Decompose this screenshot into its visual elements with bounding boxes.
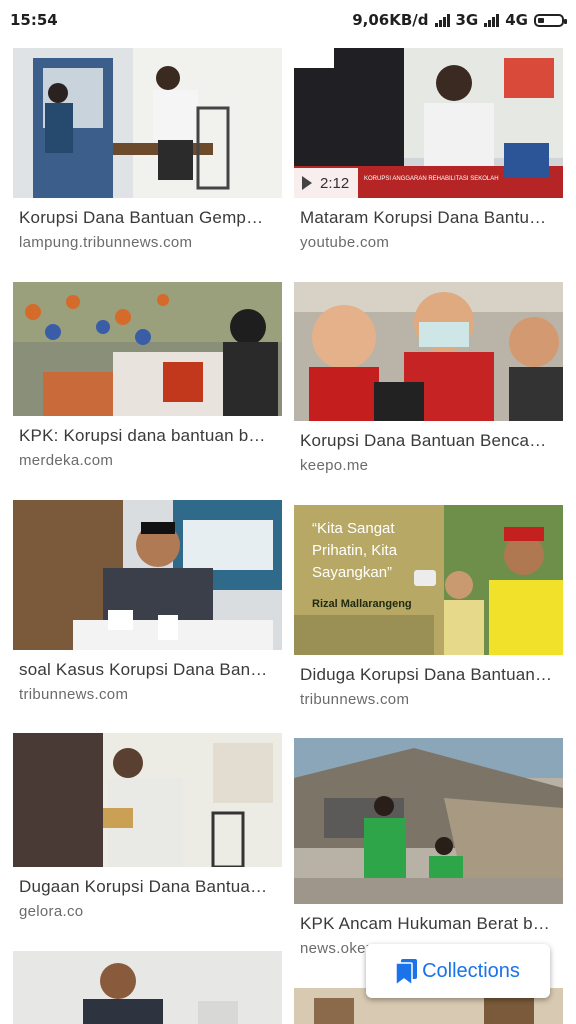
result-title[interactable]: Mataram Korupsi Dana Bantu… [300, 208, 558, 228]
result-thumbnail[interactable]: “Kita Sangat Prihatin, Kita Sayangkan” R… [294, 505, 563, 655]
result-source: keepo.me [300, 457, 369, 474]
result-card[interactable]: Dugaan Korupsi Dana Bantua… gelora.co [13, 733, 282, 920]
result-title[interactable]: Diduga Korupsi Dana Bantuan… [300, 665, 558, 685]
result-source: tribunnews.com [300, 691, 410, 708]
svg-text:“Kita Sangat: “Kita Sangat [312, 520, 395, 537]
result-source: gelora.co [19, 903, 84, 920]
battery-icon [534, 13, 567, 27]
result-card[interactable]: KPK: Korupsi dana bantuan b… merdeka.com [13, 282, 282, 469]
result-card[interactable]: soal Kasus Korupsi Dana Ban… tribunnews.… [13, 500, 282, 703]
video-duration: 2:12 [294, 168, 358, 198]
collections-label[interactable]: Collections [422, 960, 520, 983]
result-thumbnail[interactable] [13, 951, 282, 1024]
result-source: lampung.tribunnews.com [19, 234, 193, 251]
result-card[interactable]: KPK Ancam Hukuman Berat b… news.okezone.… [294, 738, 563, 957]
collections-button[interactable]: Collections [366, 944, 550, 998]
result-title[interactable]: Korupsi Dana Bantuan Gemp… [19, 208, 277, 228]
result-card[interactable]: “Kita Sangat Prihatin, Kita Sayangkan” R… [294, 505, 563, 708]
svg-text:Rizal Mallarangeng: Rizal Mallarangeng [312, 598, 412, 610]
result-title[interactable]: Korupsi Dana Bantuan Benca… [300, 431, 558, 451]
result-source: merdeka.com [19, 452, 114, 469]
network-type-2: 4G [505, 11, 528, 29]
bookmark-icon [396, 959, 418, 985]
result-thumbnail[interactable] [13, 500, 282, 650]
signal-icon [434, 13, 450, 27]
result-thumbnail[interactable]: KORUPSI ANGGARAN REHABILITASI SEKOLAH 2:… [294, 48, 563, 198]
result-card[interactable]: Korupsi Dana Bantuan Benca… keepo.me [294, 282, 563, 474]
result-card[interactable] [13, 951, 282, 1024]
network-type-1: 3G [455, 11, 479, 29]
result-title[interactable]: Dugaan Korupsi Dana Bantua… [19, 877, 277, 897]
result-source: tribunnews.com [19, 686, 129, 703]
result-thumbnail[interactable] [13, 48, 282, 198]
play-icon [302, 176, 312, 190]
status-bar: 15:54 9,06KB/d 3G 4G [0, 0, 576, 40]
status-time: 15:54 [10, 11, 58, 29]
result-source: youtube.com [300, 234, 390, 251]
result-thumbnail[interactable] [294, 738, 563, 904]
result-thumbnail[interactable] [13, 733, 282, 867]
result-card[interactable]: KORUPSI ANGGARAN REHABILITASI SEKOLAH 2:… [294, 48, 563, 251]
svg-text:Sayangkan”: Sayangkan” [312, 564, 392, 581]
svg-text:Prihatin, Kita: Prihatin, Kita [312, 542, 398, 559]
result-title[interactable]: KPK Ancam Hukuman Berat b… [300, 914, 558, 934]
result-thumbnail[interactable] [294, 282, 563, 421]
network-speed: 9,06KB/d [352, 11, 429, 29]
result-title[interactable]: soal Kasus Korupsi Dana Ban… [19, 660, 277, 680]
video-caption: KORUPSI ANGGARAN REHABILITASI SEKOLAH [364, 176, 499, 182]
result-thumbnail[interactable] [13, 282, 282, 416]
result-card[interactable]: Korupsi Dana Bantuan Gemp… lampung.tribu… [13, 48, 282, 251]
result-title[interactable]: KPK: Korupsi dana bantuan b… [19, 426, 277, 446]
signal-icon-2 [484, 13, 500, 27]
